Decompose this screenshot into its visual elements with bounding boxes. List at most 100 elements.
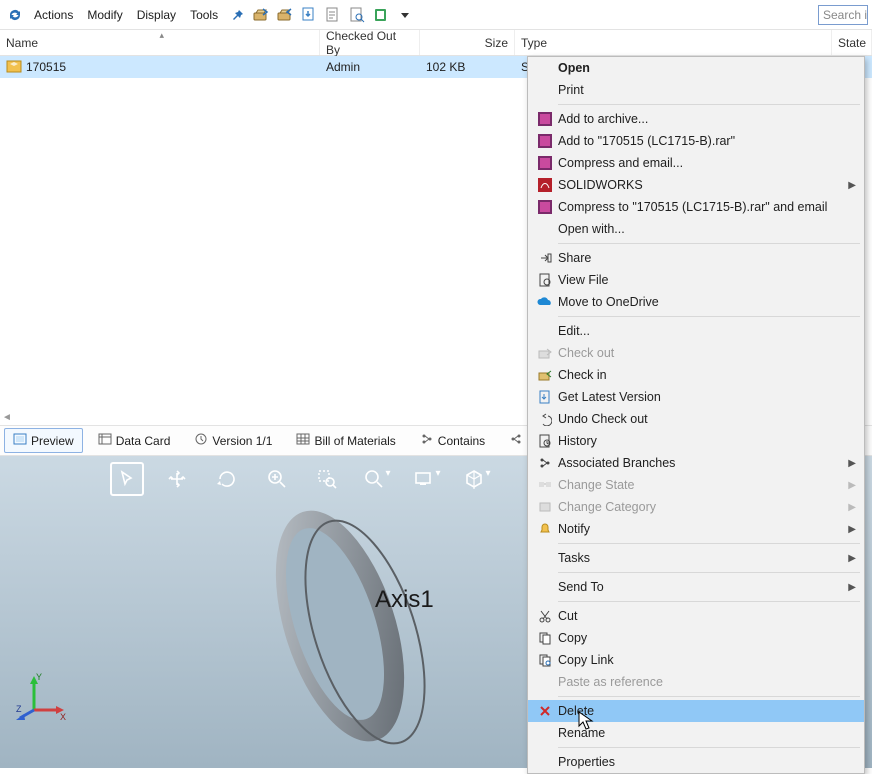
column-size[interactable]: Size — [420, 30, 515, 55]
file-name: 170515 — [26, 60, 66, 74]
ctx-cut[interactable]: Cut — [528, 605, 864, 627]
doc-icon[interactable] — [322, 4, 344, 26]
ctx-rename[interactable]: Rename — [528, 722, 864, 744]
ctx-move-onedrive[interactable]: Move to OneDrive — [528, 291, 864, 313]
main-toolbar: Actions Modify Display Tools Search in — [0, 0, 872, 30]
undo-icon — [532, 412, 558, 426]
checkin-icon[interactable] — [274, 4, 296, 26]
zoom-in-tool-icon[interactable] — [260, 462, 294, 496]
column-name-label: Name — [6, 36, 38, 50]
column-state[interactable]: State — [832, 30, 872, 55]
ctx-send-to[interactable]: Send To▶ — [528, 576, 864, 598]
ctx-open-with[interactable]: Open with... — [528, 218, 864, 240]
ctx-paste-reference: Paste as reference — [528, 671, 864, 693]
ctx-history[interactable]: History — [528, 430, 864, 452]
ctx-check-out: Check out — [528, 342, 864, 364]
ctx-compress-named-email[interactable]: Compress to "170515 (LC1715-B).rar" and … — [528, 196, 864, 218]
cut-icon — [532, 609, 558, 623]
ctx-delete[interactable]: Delete — [528, 700, 864, 722]
ctx-compress-email[interactable]: Compress and email... — [528, 152, 864, 174]
checkout-icon[interactable] — [250, 4, 272, 26]
get-icon[interactable] — [298, 4, 320, 26]
solidworks-icon — [532, 178, 558, 192]
share-icon — [532, 251, 558, 265]
menu-display[interactable]: Display — [131, 4, 182, 26]
tab-data-card-label: Data Card — [116, 434, 171, 448]
file-size: 102 KB — [420, 60, 515, 74]
ctx-undo-checkout[interactable]: Undo Check out — [528, 408, 864, 430]
ctx-open[interactable]: Open — [528, 57, 864, 79]
axis-label: Axis1 — [375, 586, 434, 614]
view-triad-icon: Y X Z — [16, 670, 66, 720]
zoom-area-tool-icon[interactable] — [310, 462, 344, 496]
display-style-tool-icon[interactable]: ▾ — [410, 462, 444, 496]
history-icon — [532, 434, 558, 448]
svg-text:Z: Z — [16, 704, 22, 714]
checkin-icon — [532, 368, 558, 382]
column-checked-out-by[interactable]: Checked Out By — [320, 30, 420, 55]
solidworks-part-icon — [6, 58, 22, 77]
menu-actions[interactable]: Actions — [28, 4, 79, 26]
view-file-icon — [532, 273, 558, 287]
ctx-edit[interactable]: Edit... — [528, 320, 864, 342]
tab-data-card[interactable]: Data Card — [89, 428, 180, 453]
rar-icon — [532, 200, 558, 214]
book-icon[interactable] — [370, 4, 392, 26]
tab-contains[interactable]: Contains — [411, 428, 494, 453]
tab-bom[interactable]: Bill of Materials — [287, 428, 404, 453]
menu-modify[interactable]: Modify — [81, 4, 128, 26]
ctx-get-latest[interactable]: Get Latest Version — [528, 386, 864, 408]
column-name[interactable]: Name ▴ — [0, 30, 320, 55]
rar-icon — [532, 112, 558, 126]
ctx-add-archive[interactable]: Add to archive... — [528, 108, 864, 130]
svg-text:Y: Y — [36, 672, 42, 682]
delete-icon — [532, 705, 558, 717]
tab-version[interactable]: Version 1/1 — [185, 428, 281, 453]
copy-link-icon — [532, 653, 558, 667]
ctx-associated-branches[interactable]: Associated Branches▶ — [528, 452, 864, 474]
ctx-notify[interactable]: Notify▶ — [528, 518, 864, 540]
part-preview-graphic — [265, 496, 435, 756]
tab-preview[interactable]: Preview — [4, 428, 83, 453]
column-type[interactable]: Type — [515, 30, 832, 55]
column-headers: Name ▴ Checked Out By Size Type State — [0, 30, 872, 56]
rar-icon — [532, 134, 558, 148]
menu-tools[interactable]: Tools — [184, 4, 224, 26]
ctx-properties[interactable]: Properties — [528, 751, 864, 773]
tab-preview-label: Preview — [31, 434, 74, 448]
get-latest-icon — [532, 390, 558, 404]
ctx-solidworks[interactable]: SOLIDWORKS▶ — [528, 174, 864, 196]
contains-icon — [420, 432, 434, 449]
dropdown-icon[interactable] — [394, 4, 416, 26]
view-orientation-tool-icon[interactable]: ▾ — [460, 462, 494, 496]
where-used-icon — [509, 432, 523, 449]
change-category-icon — [532, 500, 558, 514]
bell-icon — [532, 522, 558, 536]
search-input[interactable]: Search in — [818, 5, 868, 25]
ctx-add-named-rar[interactable]: Add to "170515 (LC1715-B).rar" — [528, 130, 864, 152]
data-card-icon — [98, 432, 112, 449]
scroll-left-icon[interactable]: ◄ — [2, 412, 12, 423]
ctx-copy-link[interactable]: Copy Link — [528, 649, 864, 671]
rar-icon — [532, 156, 558, 170]
select-tool-icon[interactable] — [110, 462, 144, 496]
pan-tool-icon[interactable] — [160, 462, 194, 496]
ctx-check-in[interactable]: Check in — [528, 364, 864, 386]
tab-version-label: Version 1/1 — [212, 434, 272, 448]
bom-icon — [296, 432, 310, 449]
ctx-share[interactable]: Share — [528, 247, 864, 269]
doc-search-icon[interactable] — [346, 4, 368, 26]
pin-icon[interactable] — [226, 4, 248, 26]
ctx-copy[interactable]: Copy — [528, 627, 864, 649]
ctx-view-file[interactable]: View File — [528, 269, 864, 291]
rotate-tool-icon[interactable] — [210, 462, 244, 496]
ctx-tasks[interactable]: Tasks▶ — [528, 547, 864, 569]
onedrive-icon — [532, 296, 558, 308]
preview-icon — [13, 432, 27, 449]
copy-icon — [532, 631, 558, 645]
checkout-icon — [532, 346, 558, 360]
zoom-fit-tool-icon[interactable]: ▾ — [360, 462, 394, 496]
ctx-print[interactable]: Print — [528, 79, 864, 101]
refresh-icon[interactable] — [4, 4, 26, 26]
ctx-change-category: Change Category▶ — [528, 496, 864, 518]
